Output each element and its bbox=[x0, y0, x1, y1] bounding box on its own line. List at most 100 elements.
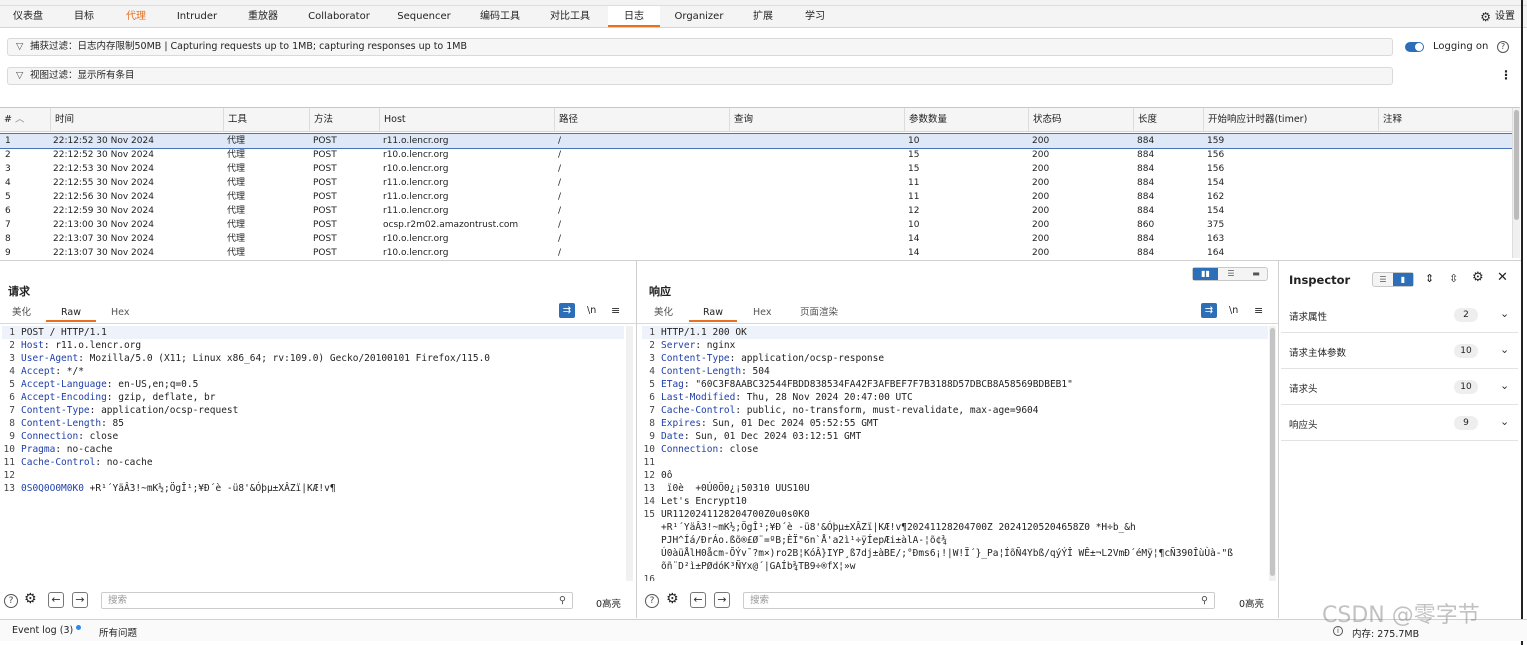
column-header-time[interactable]: 时间 bbox=[50, 108, 223, 132]
response-newline-toggle[interactable]: \n bbox=[1229, 305, 1238, 316]
tab-logger[interactable]: 日志 bbox=[608, 6, 660, 27]
forward-arrow-icon[interactable]: → bbox=[72, 592, 88, 608]
column-header-comment[interactable]: 注释 bbox=[1378, 108, 1512, 132]
tab-repeater[interactable]: 重放器 bbox=[238, 6, 288, 27]
tab-decoder[interactable]: 编码工具 bbox=[472, 6, 528, 27]
inspector-request-headers[interactable]: 请求头 10 ⌄ bbox=[1281, 370, 1518, 405]
response-tab-raw[interactable]: Raw bbox=[689, 306, 737, 322]
inspector-row-count: 9 bbox=[1454, 416, 1478, 430]
editor-line: 10 Connection: close bbox=[642, 443, 1268, 456]
help-icon[interactable]: ? bbox=[4, 594, 18, 608]
response-scrollbar[interactable] bbox=[1269, 326, 1276, 581]
inspector-request-body-params[interactable]: 请求主体参数 10 ⌄ bbox=[1281, 334, 1518, 369]
table-row[interactable]: 6 22:12:59 30 Nov 2024 代理 POST r11.o.lencr.o… bbox=[0, 204, 1520, 218]
table-scrollbar[interactable] bbox=[1512, 108, 1520, 258]
tab-learn[interactable]: 学习 bbox=[796, 6, 834, 27]
tab-comparer[interactable]: 对比工具 bbox=[542, 6, 598, 27]
response-search-input[interactable]: 搜索 ⚲ bbox=[743, 592, 1215, 609]
inspector-request-attributes[interactable]: 请求属性 2 ⌄ bbox=[1281, 298, 1518, 333]
view-filter-bar[interactable]: ▽ 视图过滤：显示所有条目 bbox=[7, 67, 1393, 85]
split-horizontal-icon[interactable]: ▮▮ bbox=[1193, 268, 1218, 280]
list-view-icon[interactable]: ☰ bbox=[1373, 273, 1393, 286]
logging-toggle[interactable] bbox=[1405, 42, 1424, 52]
line-number: 3 bbox=[9, 353, 15, 364]
column-header-status[interactable]: 状态码 bbox=[1028, 108, 1133, 132]
line-content: Content-Length: 85 bbox=[21, 417, 124, 430]
request-search-input[interactable]: 搜索 ⚲ bbox=[101, 592, 573, 609]
settings-button[interactable]: ⚙ 设置 bbox=[1480, 9, 1515, 25]
tab-proxy[interactable]: 代理 bbox=[116, 6, 156, 27]
column-header-path[interactable]: 路径 bbox=[554, 108, 729, 132]
panel-view-icon[interactable]: ▮ bbox=[1393, 273, 1413, 286]
cell-timer: 154 bbox=[1207, 206, 1225, 216]
header-value: POST / HTTP/1.1 bbox=[21, 327, 107, 338]
table-row[interactable]: 7 22:13:00 30 Nov 2024 代理 POST ocsp.r2m02.am… bbox=[0, 218, 1520, 232]
response-tab-render[interactable]: 页面渲染 bbox=[800, 306, 838, 320]
tab-target[interactable]: 目标 bbox=[62, 6, 106, 27]
header-value: : nginx bbox=[695, 340, 736, 351]
table-row[interactable]: 9 22:13:07 30 Nov 2024 代理 POST r10.o.lencr.o… bbox=[0, 246, 1520, 259]
more-options-icon[interactable]: ⋮ bbox=[1500, 68, 1512, 82]
table-row[interactable]: 1 22:12:52 30 Nov 2024 代理 POST r11.o.lencr.o… bbox=[0, 133, 1520, 149]
chevron-down-icon[interactable]: ⌄ bbox=[1500, 307, 1509, 320]
response-tab-pretty[interactable]: 美化 bbox=[654, 306, 673, 320]
column-header-tool[interactable]: 工具 bbox=[223, 108, 309, 132]
request-newline-toggle[interactable]: \n bbox=[587, 305, 596, 316]
menu-icon[interactable]: ≡ bbox=[1254, 304, 1263, 317]
forward-arrow-icon[interactable]: → bbox=[714, 592, 730, 608]
column-header-method[interactable]: 方法 bbox=[309, 108, 379, 132]
editor-line: 13 ï0è +0Ú0Ö0¿¡50310 UUS10U bbox=[642, 482, 1268, 495]
tab-extensions[interactable]: 扩展 bbox=[744, 6, 782, 27]
wrap-lines-icon[interactable]: ⇉ bbox=[1201, 303, 1217, 318]
table-row[interactable]: 4 22:12:55 30 Nov 2024 代理 POST r11.o.lencr.o… bbox=[0, 176, 1520, 190]
split-vertical-icon[interactable]: ☰ bbox=[1219, 268, 1243, 280]
capture-filter-bar[interactable]: ▽ 捕获过滤：日志内存限制50MB | Capturing requests up… bbox=[7, 38, 1393, 56]
back-arrow-icon[interactable]: ← bbox=[48, 592, 64, 608]
close-icon[interactable]: ✕ bbox=[1497, 270, 1508, 285]
tab-organizer[interactable]: Organizer bbox=[670, 6, 728, 27]
single-pane-icon[interactable]: ▬ bbox=[1244, 268, 1268, 280]
response-editor[interactable]: 1 HTTP/1.1 200 OK 2 Server: nginx 3 Content-T… bbox=[642, 326, 1268, 581]
chevron-down-icon[interactable]: ⌄ bbox=[1500, 379, 1509, 392]
help-icon[interactable]: ? bbox=[645, 594, 659, 608]
cell-status: 200 bbox=[1032, 178, 1050, 188]
column-header-number[interactable]: # ︿ bbox=[0, 108, 50, 132]
gear-icon[interactable]: ⚙ bbox=[1472, 270, 1484, 285]
chevron-down-icon[interactable]: ⌄ bbox=[1500, 343, 1509, 356]
request-tab-pretty[interactable]: 美化 bbox=[12, 306, 31, 320]
scrollbar-thumb[interactable] bbox=[1514, 110, 1519, 220]
expand-all-icon[interactable]: ⇕ bbox=[1425, 272, 1434, 285]
all-issues-link[interactable]: 所有问题 bbox=[99, 625, 137, 639]
back-arrow-icon[interactable]: ← bbox=[690, 592, 706, 608]
collapse-all-icon[interactable]: ⇳ bbox=[1449, 272, 1458, 285]
column-header-timer[interactable]: 开始响应计时器(timer) bbox=[1203, 108, 1378, 132]
cell-number: 9 bbox=[5, 248, 11, 258]
request-tab-hex[interactable]: Hex bbox=[111, 306, 129, 320]
header-value: : 504 bbox=[741, 366, 770, 377]
request-tab-raw[interactable]: Raw bbox=[46, 306, 96, 322]
column-header-query[interactable]: 查询 bbox=[729, 108, 904, 132]
response-tab-hex[interactable]: Hex bbox=[753, 306, 771, 320]
column-header-host[interactable]: Host bbox=[379, 108, 554, 132]
column-header-length[interactable]: 长度 bbox=[1133, 108, 1203, 132]
line-number: 11 bbox=[643, 457, 655, 468]
request-scrollbar[interactable] bbox=[626, 326, 633, 581]
request-editor[interactable]: 1 POST / HTTP/1.1 2 Host: r11.o.lencr.org 3 U… bbox=[2, 326, 624, 581]
menu-icon[interactable]: ≡ bbox=[611, 304, 620, 317]
tab-intruder[interactable]: Intruder bbox=[170, 6, 224, 27]
table-row[interactable]: 2 22:12:52 30 Nov 2024 代理 POST r10.o.lencr.o… bbox=[0, 148, 1520, 162]
table-row[interactable]: 3 22:12:53 30 Nov 2024 代理 POST r10.o.lencr.o… bbox=[0, 162, 1520, 176]
event-log-link[interactable]: Event log (3) bbox=[12, 625, 82, 636]
table-row[interactable]: 5 22:12:56 30 Nov 2024 代理 POST r11.o.lencr.o… bbox=[0, 190, 1520, 204]
tab-collaborator[interactable]: Collaborator bbox=[302, 6, 376, 27]
gear-icon[interactable]: ⚙ bbox=[24, 591, 37, 607]
tab-dashboard[interactable]: 仪表盘 bbox=[6, 6, 50, 27]
inspector-response-headers[interactable]: 响应头 9 ⌄ bbox=[1281, 406, 1518, 441]
chevron-down-icon[interactable]: ⌄ bbox=[1500, 415, 1509, 428]
help-icon[interactable]: ? bbox=[1497, 41, 1509, 53]
tab-sequencer[interactable]: Sequencer bbox=[390, 6, 458, 27]
gear-icon[interactable]: ⚙ bbox=[666, 591, 679, 607]
column-header-param-count[interactable]: 参数数量 bbox=[904, 108, 1028, 132]
wrap-lines-icon[interactable]: ⇉ bbox=[559, 303, 575, 318]
table-row[interactable]: 8 22:13:07 30 Nov 2024 代理 POST r10.o.lencr.o… bbox=[0, 232, 1520, 246]
